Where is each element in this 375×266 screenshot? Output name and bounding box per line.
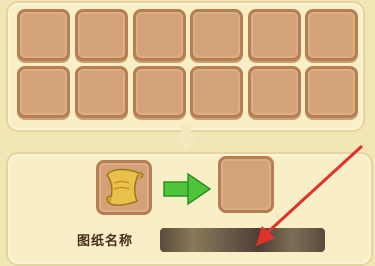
scroll-icon <box>106 168 144 206</box>
inventory-slot[interactable] <box>17 9 70 61</box>
blueprint-slot[interactable] <box>96 160 152 215</box>
result-slot[interactable] <box>218 156 274 213</box>
inventory-slot[interactable] <box>190 66 243 118</box>
recipe-name-label: 图纸名称 <box>77 234 134 249</box>
recipe-name-field <box>160 228 325 252</box>
inventory-slot[interactable] <box>305 66 358 118</box>
inventory-slot[interactable] <box>305 9 358 61</box>
inventory-slot[interactable] <box>190 9 243 61</box>
inventory-slot[interactable] <box>75 9 128 61</box>
inventory-slot[interactable] <box>248 66 301 118</box>
inventory-slot[interactable] <box>133 66 186 118</box>
down-arrow-icon <box>174 124 198 151</box>
right-arrow-icon <box>163 172 212 206</box>
inventory-slot[interactable] <box>133 9 186 61</box>
inventory-slot[interactable] <box>75 66 128 118</box>
inventory-slot[interactable] <box>17 66 70 118</box>
inventory-slot[interactable] <box>248 9 301 61</box>
